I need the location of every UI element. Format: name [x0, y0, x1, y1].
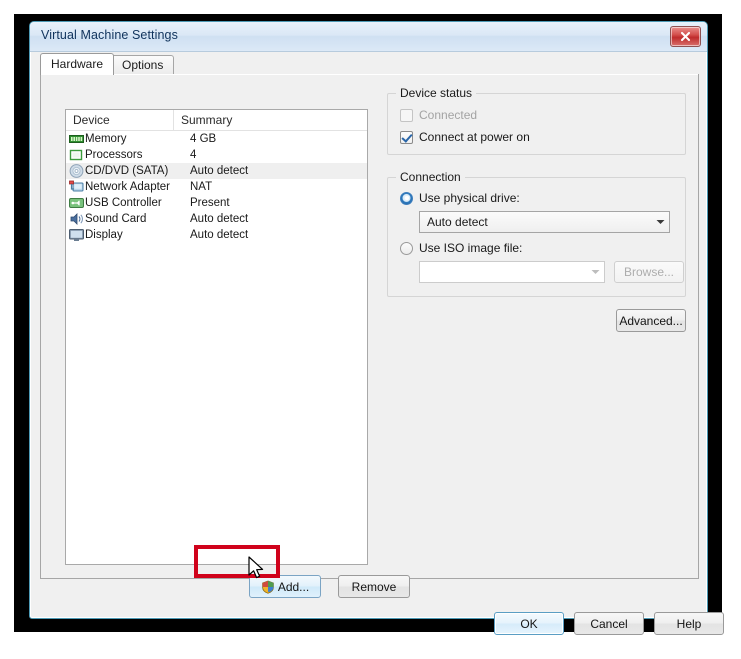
device-name: Memory [85, 133, 127, 145]
cancel-button[interactable]: Cancel [574, 612, 644, 635]
hardware-tab-content: Device Summary Memory 4 GB Processors 4 … [41, 74, 698, 598]
iso-image-combo [419, 261, 605, 283]
device-list[interactable]: Device Summary Memory 4 GB Processors 4 … [65, 109, 368, 565]
chevron-down-icon[interactable] [652, 219, 669, 225]
device-name: CD/DVD (SATA) [85, 165, 169, 177]
connection-legend: Connection [396, 170, 465, 184]
table-row[interactable]: CD/DVD (SATA) Auto detect [66, 163, 367, 179]
connect-at-power-on-checkbox[interactable] [400, 130, 413, 144]
tab-hardware[interactable]: Hardware [40, 53, 115, 75]
table-row[interactable]: Sound Card Auto detect [66, 211, 367, 227]
use-physical-drive-label: Use physical drive: [419, 191, 520, 205]
device-summary: Present [190, 197, 230, 209]
physical-drive-combo[interactable]: Auto detect [419, 211, 670, 233]
table-row[interactable]: Display Auto detect [66, 227, 367, 243]
table-row[interactable]: USB Controller Present [66, 195, 367, 211]
display-icon [68, 227, 85, 243]
window-title: Virtual Machine Settings [41, 28, 178, 42]
browse-button: Browse... [614, 261, 684, 283]
usb-controller-icon [68, 195, 85, 211]
device-list-header: Device Summary [66, 110, 367, 131]
table-row[interactable]: Processors 4 [66, 147, 367, 163]
ok-button[interactable]: OK [494, 612, 564, 635]
close-icon[interactable] [670, 26, 701, 47]
device-summary: 4 [190, 149, 197, 161]
device-name: Network Adapter [85, 181, 171, 193]
hardware-tab-panel: Device Summary Memory 4 GB Processors 4 … [40, 74, 699, 598]
device-status-group: Device status Connected Connect at power… [387, 86, 686, 155]
use-physical-drive-row[interactable]: Use physical drive: [400, 191, 520, 205]
title-bar: Virtual Machine Settings [30, 22, 707, 52]
cd-dvd-icon [68, 163, 85, 179]
shield-icon [261, 580, 275, 594]
sound-card-icon [68, 211, 85, 227]
device-name: Processors [85, 149, 143, 161]
device-name: USB Controller [85, 197, 162, 209]
device-summary: Auto detect [190, 165, 249, 177]
connected-checkbox [400, 108, 413, 122]
device-name: Sound Card [85, 213, 147, 225]
device-status-legend: Device status [396, 86, 477, 100]
use-iso-image-row[interactable]: Use ISO image file: [400, 241, 522, 255]
device-name: Display [85, 229, 123, 241]
processor-icon [68, 147, 85, 163]
use-physical-drive-radio[interactable] [400, 191, 413, 205]
connect-at-power-on-row[interactable]: Connect at power on [400, 130, 530, 144]
tab-options[interactable]: Options [111, 55, 175, 74]
advanced-button[interactable]: Advanced... [616, 309, 686, 332]
memory-icon [68, 131, 85, 147]
physical-drive-value: Auto detect [427, 215, 488, 229]
device-summary: 4 GB [190, 133, 217, 145]
device-summary: NAT [190, 181, 213, 193]
column-header-summary[interactable]: Summary [174, 110, 367, 130]
chevron-down-icon [587, 269, 604, 275]
add-button[interactable]: Add... [249, 575, 321, 598]
virtual-machine-settings-dialog: Virtual Machine Settings Hardware Option… [29, 21, 724, 635]
table-row[interactable]: Network Adapter NAT [66, 179, 367, 195]
device-summary: Auto detect [190, 213, 249, 225]
add-button-label: Add... [277, 579, 310, 594]
use-iso-image-radio[interactable] [400, 241, 413, 255]
remove-button[interactable]: Remove [338, 575, 410, 598]
connected-label: Connected [419, 108, 478, 122]
connected-checkbox-row: Connected [400, 108, 477, 122]
network-adapter-icon [68, 179, 85, 195]
table-row[interactable]: Memory 4 GB [66, 131, 367, 147]
connect-at-power-on-label: Connect at power on [419, 130, 530, 144]
tab-strip: Hardware Options [40, 53, 699, 75]
use-iso-image-label: Use ISO image file: [419, 241, 523, 255]
device-summary: Auto detect [190, 229, 249, 241]
column-header-device[interactable]: Device [66, 110, 174, 130]
connection-group: Connection Use physical drive: Auto dete… [387, 170, 686, 297]
list-action-buttons: Add... Remove [237, 575, 410, 599]
help-button[interactable]: Help [654, 612, 724, 635]
